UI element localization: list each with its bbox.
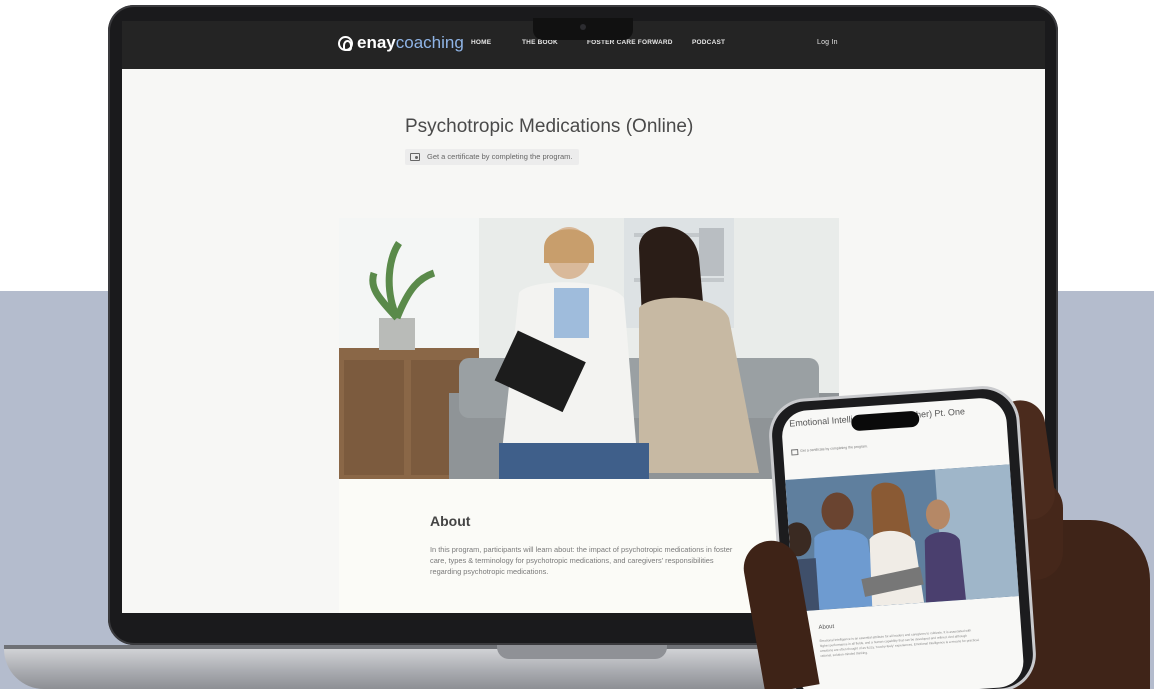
brand-name-primary: enay <box>357 33 396 52</box>
laptop-open-notch <box>497 645 667 659</box>
phone-screen: Emotional Intelli... anced Refresher) Pt… <box>780 396 1026 689</box>
nav-the-book[interactable]: THE BOOK <box>522 39 558 46</box>
dynamic-island <box>850 410 920 432</box>
about-heading: About <box>430 513 471 529</box>
certificate-note: Get a certificate by completing the prog… <box>405 149 579 165</box>
logo-icon <box>338 35 353 51</box>
certificate-icon <box>410 153 420 161</box>
mockup-stage: enay coaching HOME THE BOOK FOSTER CARE F… <box>0 0 1154 689</box>
login-link[interactable]: Log In <box>817 39 838 46</box>
course-hero-image <box>339 218 839 479</box>
brand-name-secondary: coaching <box>395 33 464 52</box>
brand-logo[interactable]: enay coaching <box>338 33 464 53</box>
phone-certificate-note: Get a certificate by completing the prog… <box>791 444 868 453</box>
nav-podcast[interactable]: PODCAST <box>692 39 725 46</box>
about-description: In this program, participants will learn… <box>430 545 733 576</box>
camera-icon <box>580 24 586 30</box>
course-title: Psychotropic Medications (Online) <box>405 116 694 137</box>
phone-about-heading: About <box>818 623 835 632</box>
nav-foster-care-forward[interactable]: FOSTER CARE FORWARD <box>587 39 673 46</box>
students-group-illustration <box>785 464 1019 612</box>
phone-about-text: Emotional Intelligence is an essential a… <box>819 628 980 658</box>
phone-course-image <box>785 464 1019 612</box>
doctor-consultation-illustration <box>339 218 839 479</box>
nav-home[interactable]: HOME <box>471 39 491 46</box>
certificate-note-text: Get a certificate by completing the prog… <box>427 152 573 161</box>
